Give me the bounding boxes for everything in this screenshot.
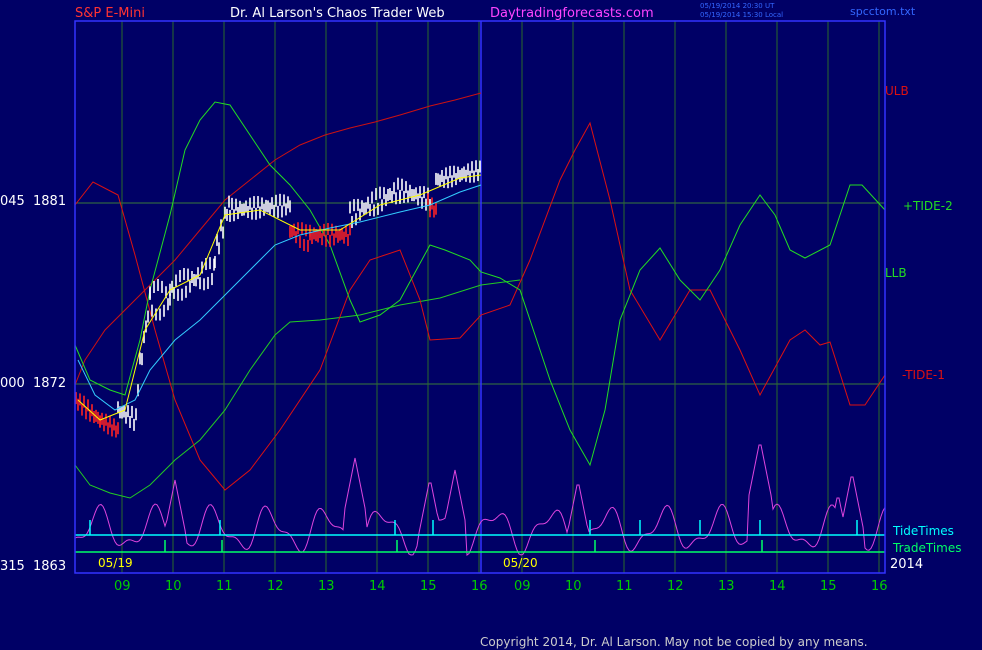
hour-tick-label: 14: [769, 579, 786, 594]
hour-tick-label: 13: [718, 579, 735, 594]
trade-times-label: TradeTimes: [892, 541, 961, 555]
series-label-tide2: +TIDE-2: [903, 199, 953, 213]
date-label-0519: 05/19: [98, 556, 133, 570]
hour-tick-label: 11: [216, 579, 233, 594]
site-url[interactable]: Daytradingforecasts.com: [490, 6, 654, 21]
series-label-llb: LLB: [885, 266, 907, 280]
hour-tick-label: 15: [820, 579, 837, 594]
chart-window: S&P E-Mini Dr. Al Larson's Chaos Trader …: [0, 0, 982, 650]
hour-tick-label: 12: [267, 579, 284, 594]
hour-tick-label: 16: [471, 579, 488, 594]
y-axis-code-1881: 045: [0, 194, 25, 209]
hour-tick-label: 15: [420, 579, 437, 594]
tide-times-label: TideTimes: [892, 524, 954, 538]
y-axis-price-1872: 1872: [33, 376, 66, 391]
timestamp-local: 05/19/2014 15:30 Local: [700, 11, 783, 19]
copyright-notice: Copyright 2014, Dr. Al Larson. May not b…: [480, 635, 868, 649]
hour-tick-label: 16: [871, 579, 888, 594]
y-axis-price-1863: 1863: [33, 559, 66, 574]
timestamp-ut: 05/19/2014 20:30 UT: [700, 2, 775, 10]
date-label-0520: 05/20: [503, 556, 538, 570]
hour-tick-label: 10: [565, 579, 582, 594]
price-forecast-chart: S&P E-Mini Dr. Al Larson's Chaos Trader …: [0, 0, 982, 650]
hour-tick-label: 12: [667, 579, 684, 594]
y-axis-code-1863: 315: [0, 559, 25, 574]
hour-tick-label: 09: [114, 579, 131, 594]
series-label-tide1: -TIDE-1: [902, 368, 945, 382]
data-file-name: spcctom.txt: [850, 5, 916, 18]
series-label-ulb: ULB: [885, 84, 909, 98]
y-axis-price-1881: 1881: [33, 194, 66, 209]
year-label: 2014: [890, 557, 923, 572]
site-title: Dr. Al Larson's Chaos Trader Web: [230, 6, 445, 21]
symbol-label: S&P E-Mini: [75, 6, 145, 21]
hour-tick-label: 13: [318, 579, 335, 594]
hour-tick-label: 10: [165, 579, 182, 594]
hour-tick-label: 09: [514, 579, 531, 594]
y-axis-code-1872: 000: [0, 376, 25, 391]
hour-tick-label: 14: [369, 579, 386, 594]
hour-tick-label: 11: [616, 579, 633, 594]
